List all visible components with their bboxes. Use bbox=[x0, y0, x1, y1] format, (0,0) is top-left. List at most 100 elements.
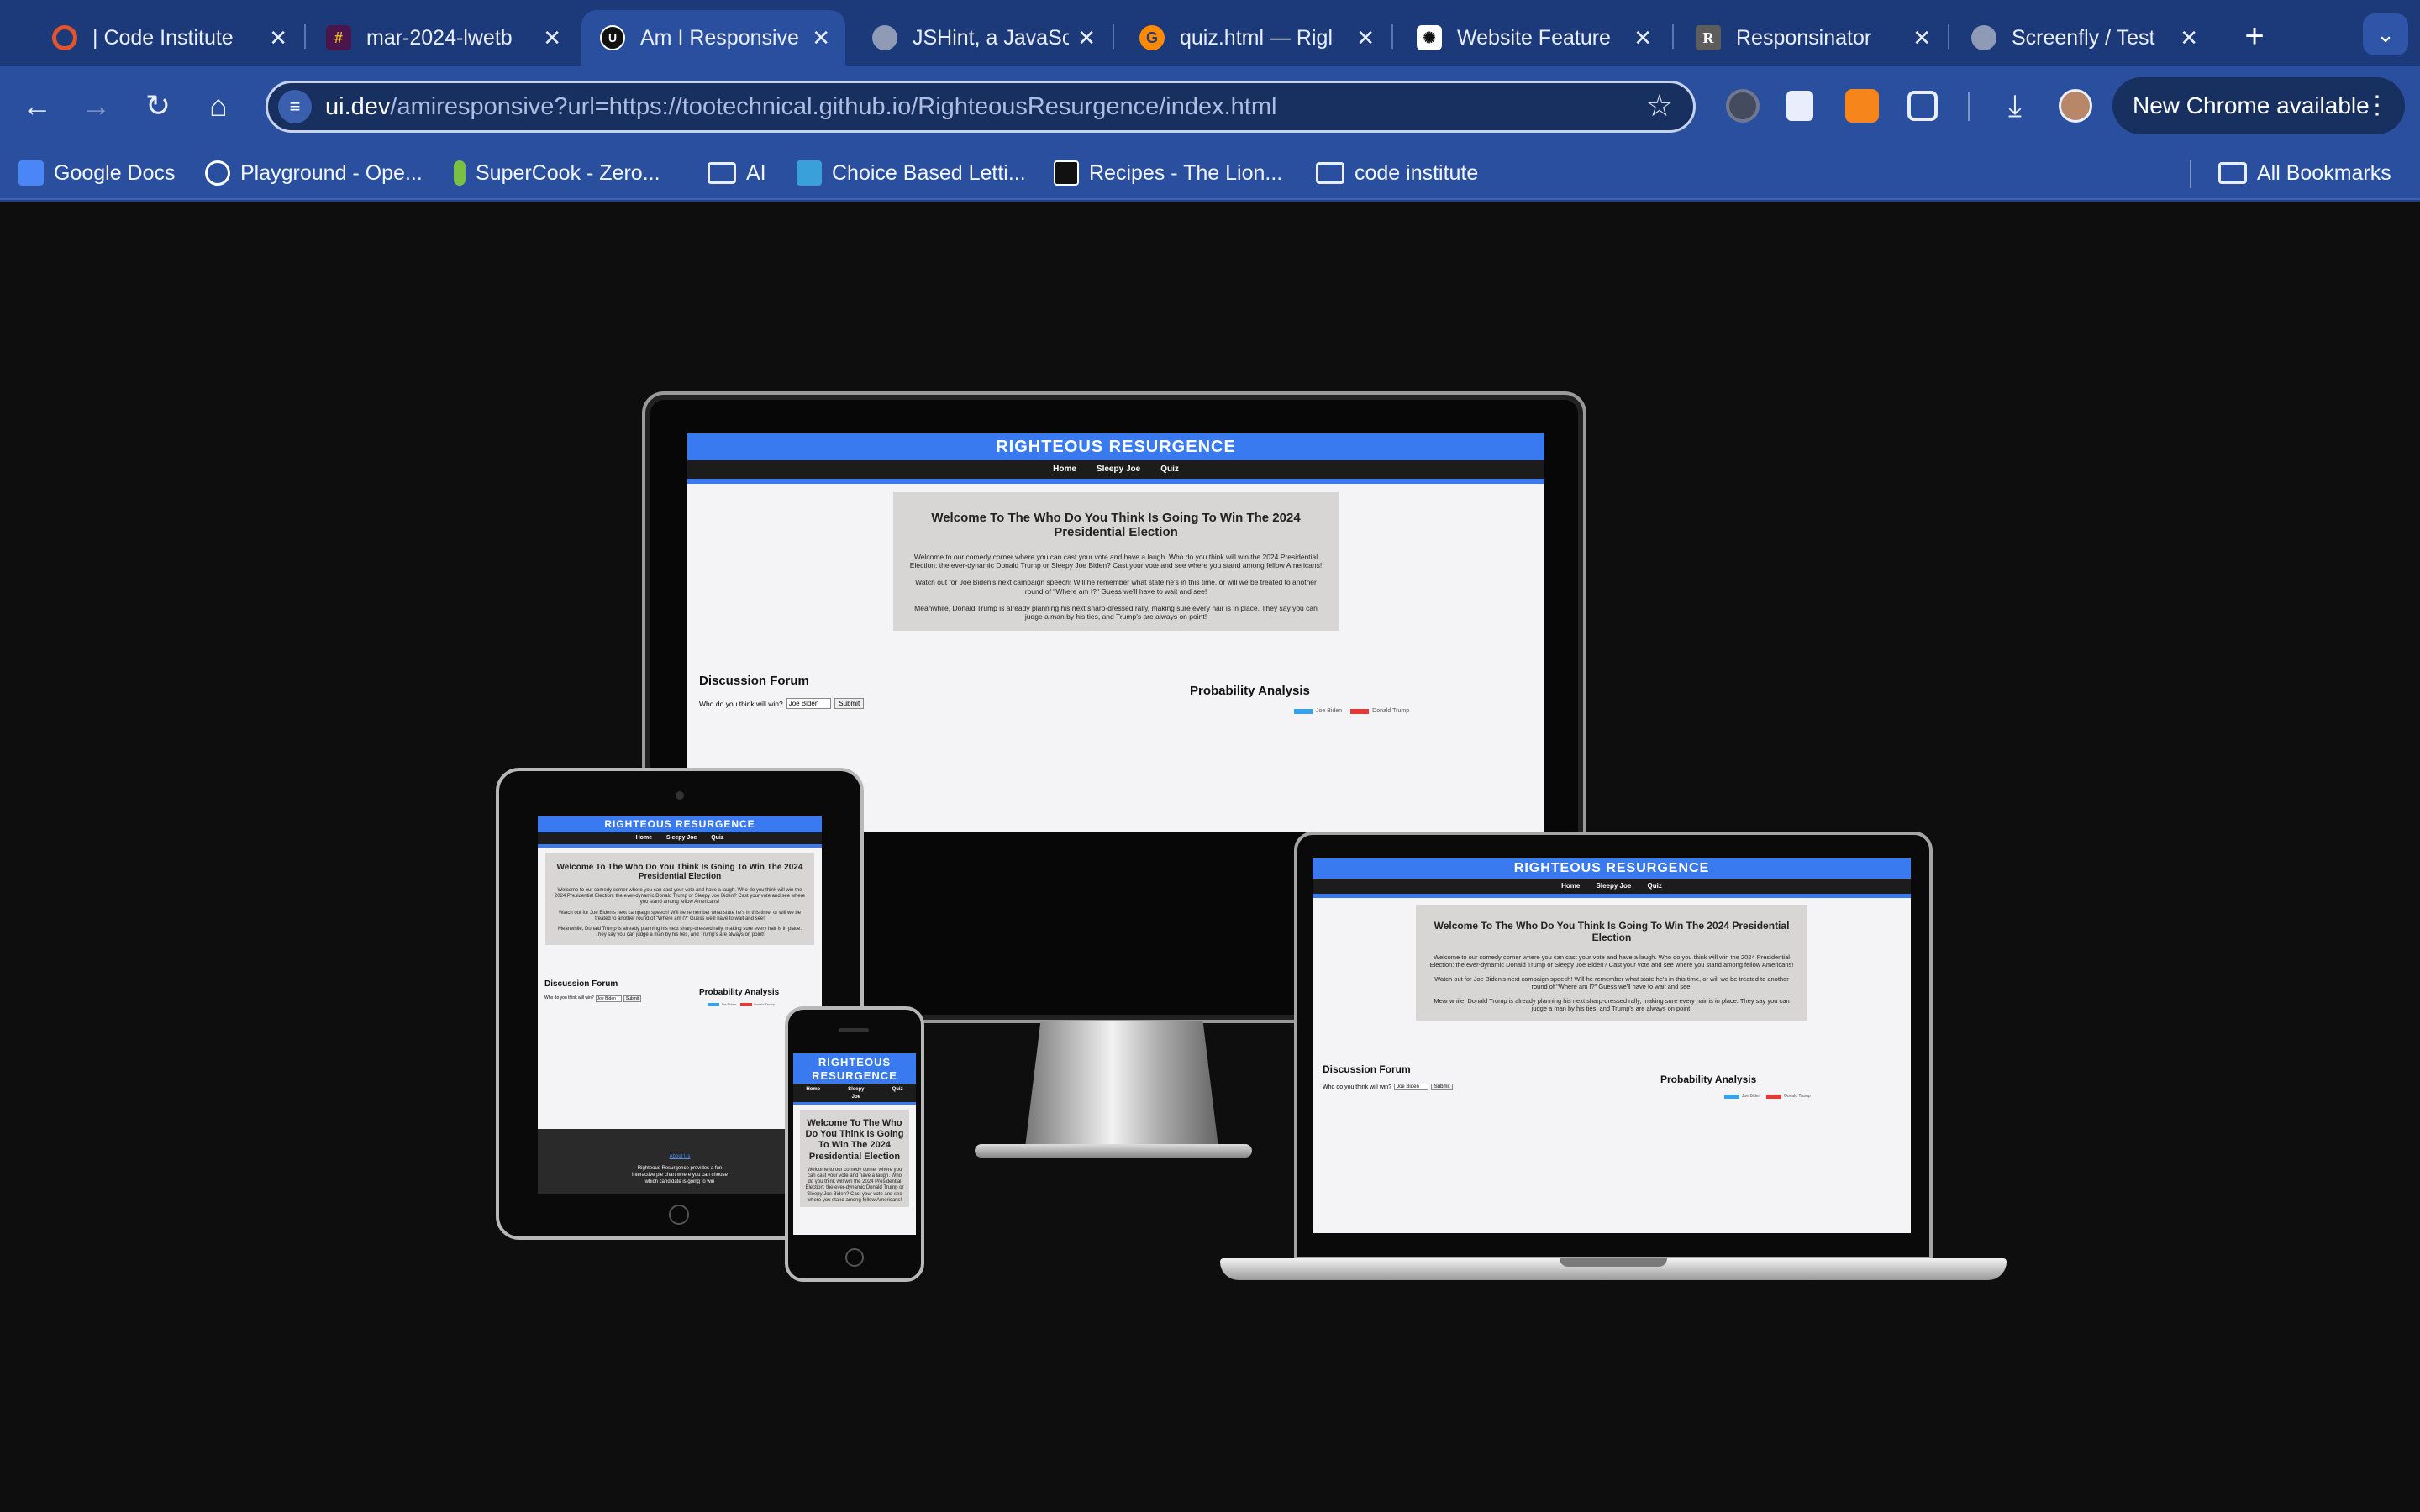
chart-legend: Joe Biden Donald Trump bbox=[1294, 708, 1409, 714]
probability-analysis: Probability Analysis Joe Biden Donald Tr… bbox=[699, 988, 779, 1006]
close-tab-icon[interactable]: ✕ bbox=[1912, 25, 1931, 51]
trump-paragraph: Meanwhile, Donald Trump is already plann… bbox=[1434, 997, 1790, 1012]
discussion-forum: Discussion Forum Who do you think will w… bbox=[544, 979, 679, 1002]
bookmark-label: Choice Based Letti... bbox=[832, 160, 1026, 185]
tab-screenfly[interactable]: Screenfly / Test ✕ bbox=[1953, 10, 2213, 66]
bookmark-label: SuperCook - Zero... bbox=[476, 160, 660, 185]
globe-icon bbox=[1971, 25, 1996, 50]
tab-separator bbox=[1392, 24, 1393, 49]
metamask-fox-icon[interactable] bbox=[1845, 89, 1879, 123]
address-bar[interactable]: ≡ ui.dev/amiresponsive?url=https://toote… bbox=[266, 81, 1696, 133]
close-tab-icon[interactable]: ✕ bbox=[2180, 25, 2198, 51]
close-tab-icon[interactable]: ✕ bbox=[1634, 25, 1652, 51]
candidate-select[interactable]: Joe Biden bbox=[786, 698, 832, 709]
tab-quiz-html[interactable]: G quiz.html — Rigl ✕ bbox=[1121, 10, 1390, 66]
tab-website-feature[interactable]: ✺ Website Feature ✕ bbox=[1398, 10, 1667, 66]
nav-quiz-link[interactable]: Quiz bbox=[711, 835, 723, 841]
vote-form: Who do you think will win? Joe Biden Sub… bbox=[1323, 1084, 1591, 1090]
new-chrome-available-button[interactable]: New Chrome available ⋮ bbox=[2112, 77, 2405, 134]
probability-analysis: Probability Analysis Joe Biden Donald Tr… bbox=[1660, 1074, 1811, 1099]
profile-avatar[interactable] bbox=[2059, 89, 2092, 123]
welcome-card: Welcome To The Who Do You Think Is Going… bbox=[1416, 905, 1807, 1021]
tab-am-i-responsive[interactable]: U Am I Responsive ✕ bbox=[581, 10, 845, 66]
home-icon[interactable]: ⌂ bbox=[198, 86, 239, 126]
close-tab-icon[interactable]: ✕ bbox=[1356, 25, 1375, 51]
tab-jshint[interactable]: JSHint, a JavaSc ✕ bbox=[854, 10, 1111, 66]
legend-swatch-biden bbox=[1724, 1094, 1739, 1099]
bookmark-label: code institute bbox=[1355, 160, 1479, 185]
close-tab-icon[interactable]: ✕ bbox=[812, 25, 830, 51]
nav-sleepy-joe-link[interactable]: Sleepy Joe bbox=[1097, 465, 1140, 474]
clipboard-extension-icon[interactable] bbox=[1786, 91, 1813, 121]
kebab-menu-icon[interactable]: ⋮ bbox=[2365, 77, 2390, 134]
vote-form: Who do you think will win? Joe Biden Sub… bbox=[544, 995, 679, 1002]
submit-button[interactable]: Submit bbox=[834, 698, 865, 709]
download-icon[interactable]: ⤓ bbox=[1995, 86, 2035, 126]
legend-swatch-trump bbox=[1350, 708, 1370, 714]
legend-label-trump: Donald Trump bbox=[1784, 1094, 1811, 1099]
nav-quiz-link[interactable]: Quiz bbox=[892, 1086, 903, 1102]
all-bookmarks-button[interactable]: All Bookmarks bbox=[2218, 156, 2391, 190]
new-tab-button[interactable]: + bbox=[2232, 15, 2277, 60]
supercook-icon bbox=[454, 160, 466, 186]
nav-home-link[interactable]: Home bbox=[636, 835, 652, 841]
bookmark-label: Google Docs bbox=[54, 160, 176, 185]
site-settings-icon[interactable]: ≡ bbox=[278, 90, 312, 123]
close-tab-icon[interactable]: ✕ bbox=[1077, 25, 1096, 51]
intro-paragraph: Welcome to our comedy corner where you c… bbox=[909, 553, 1323, 570]
tab-title: mar-2024-lwetb bbox=[366, 25, 513, 50]
biden-paragraph: Watch out for Joe Biden's next campaign … bbox=[1434, 975, 1789, 990]
about-title: About Us bbox=[669, 1154, 691, 1159]
nav-sleepy-joe-link[interactable]: Sleepy Joe bbox=[666, 835, 697, 841]
back-arrow-icon[interactable]: ← bbox=[17, 86, 57, 126]
code-institute-icon bbox=[52, 25, 77, 50]
bookmark-star-icon[interactable]: ☆ bbox=[1646, 88, 1673, 123]
bookmark-choice-based[interactable]: Choice Based Letti... bbox=[797, 156, 1026, 190]
bookmark-playground[interactable]: Playground - Ope... bbox=[205, 156, 423, 190]
bookmark-supercook[interactable]: SuperCook - Zero... bbox=[454, 156, 660, 190]
nav-home-link[interactable]: Home bbox=[1053, 465, 1076, 474]
bookmark-label: Recipes - The Lion... bbox=[1089, 160, 1283, 185]
legend-label-trump: Donald Trump bbox=[1372, 708, 1410, 714]
nav-quiz-link[interactable]: Quiz bbox=[1648, 882, 1662, 890]
candidate-select[interactable]: Joe Biden bbox=[1394, 1084, 1428, 1090]
bookmark-folder-code-institute[interactable]: code institute bbox=[1316, 156, 1478, 190]
nav-home-link[interactable]: Home bbox=[806, 1086, 820, 1102]
legend-swatch-trump bbox=[1766, 1094, 1782, 1099]
submit-button[interactable]: Submit bbox=[1430, 1084, 1454, 1090]
close-tab-icon[interactable]: ✕ bbox=[269, 25, 287, 51]
tab-responsinator[interactable]: R Responsinator ✕ bbox=[1677, 10, 1946, 66]
nav-sleepy-joe-link[interactable]: Sleepy Joe bbox=[846, 1086, 866, 1102]
candidate-select[interactable]: Joe Biden bbox=[595, 995, 622, 1002]
nav-home-link[interactable]: Home bbox=[1561, 882, 1580, 890]
extensions-puzzle-icon[interactable] bbox=[1907, 91, 1938, 121]
bookmark-recipes[interactable]: Recipes - The Lion... bbox=[1054, 156, 1282, 190]
intro-paragraph: Welcome to our comedy corner where you c… bbox=[805, 1167, 904, 1203]
chatgpt-icon: ✺ bbox=[1417, 25, 1442, 50]
record-extension-icon[interactable] bbox=[1726, 89, 1760, 123]
biden-paragraph: Watch out for Joe Biden's next campaign … bbox=[915, 578, 1317, 596]
site-nav: Home Sleepy Joe Quiz bbox=[793, 1084, 916, 1102]
url-text[interactable]: ui.dev/amiresponsive?url=https://tootech… bbox=[325, 93, 1276, 121]
legend-label-biden: Joe Biden bbox=[1316, 708, 1343, 714]
legend-label-biden: Joe Biden bbox=[1742, 1094, 1761, 1099]
nav-sleepy-joe-link[interactable]: Sleepy Joe bbox=[1597, 882, 1632, 890]
nav-quiz-link[interactable]: Quiz bbox=[1160, 465, 1179, 474]
bookmark-google-docs[interactable]: Google Docs bbox=[18, 156, 176, 190]
chart-legend: Joe Biden Donald Trump bbox=[1724, 1094, 1811, 1099]
forward-arrow-icon[interactable]: → bbox=[76, 86, 116, 126]
bookmark-label: Playground - Ope... bbox=[240, 160, 423, 185]
bookmark-folder-ai[interactable]: AI bbox=[708, 156, 766, 190]
welcome-title: Welcome To The Who Do You Think Is Going… bbox=[556, 863, 803, 881]
reload-icon[interactable]: ↻ bbox=[138, 86, 178, 126]
monitor-base bbox=[975, 1144, 1252, 1158]
tab-code-institute[interactable]: | Code Institute ✕ bbox=[34, 10, 302, 66]
monitor-stand bbox=[1025, 1021, 1218, 1147]
site-header: RIGHTEOUS RESURGENCE bbox=[538, 816, 822, 832]
tab-slack[interactable]: # mar-2024-lwetb ✕ bbox=[308, 10, 576, 66]
forum-title: Discussion Forum bbox=[1323, 1063, 1411, 1075]
tab-search-chevron-icon[interactable]: ⌄ bbox=[2363, 13, 2408, 55]
legend-label-biden: Joe Biden bbox=[721, 1002, 736, 1006]
submit-button[interactable]: Submit bbox=[623, 995, 642, 1002]
close-tab-icon[interactable]: ✕ bbox=[543, 25, 561, 51]
